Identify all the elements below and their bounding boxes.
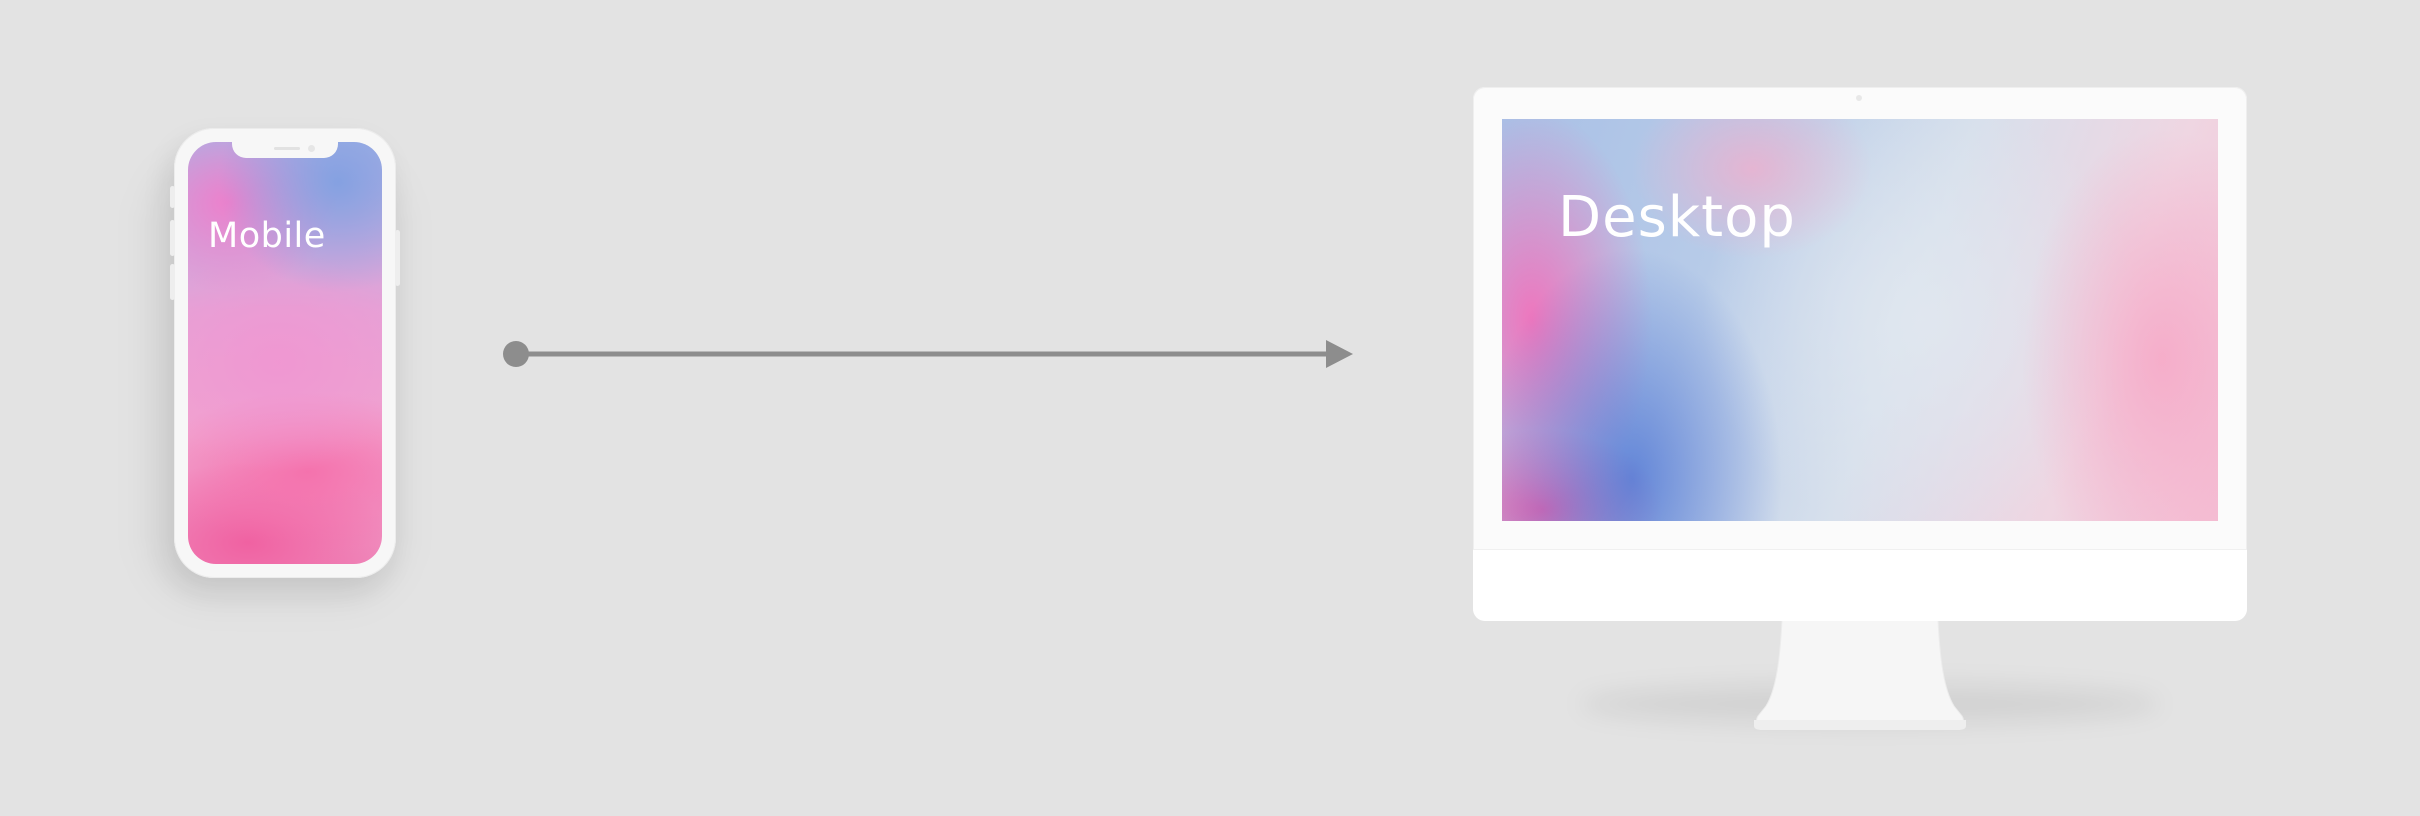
monitor-camera-icon [1856, 95, 1862, 101]
phone-screen: Mobile [188, 142, 382, 564]
phone-mute-switch [170, 186, 175, 208]
phone-mockup: Mobile [170, 128, 400, 578]
phone-notch [232, 142, 338, 158]
monitor-stand [1754, 620, 1966, 730]
desktop-label: Desktop [1558, 185, 1796, 250]
phone-volume-down-button [170, 264, 175, 300]
monitor-chin [1473, 549, 2247, 621]
phone-volume-up-button [170, 220, 175, 256]
desktop-screen: Desktop [1502, 119, 2218, 521]
phone-speaker [274, 147, 300, 150]
arrow-right-icon [503, 340, 1353, 368]
phone-power-button [395, 230, 400, 286]
mobile-label: Mobile [208, 216, 326, 256]
phone-camera-icon [308, 145, 315, 152]
desktop-monitor-mockup: Desktop [1473, 87, 2247, 621]
arrow-head [1326, 340, 1353, 368]
